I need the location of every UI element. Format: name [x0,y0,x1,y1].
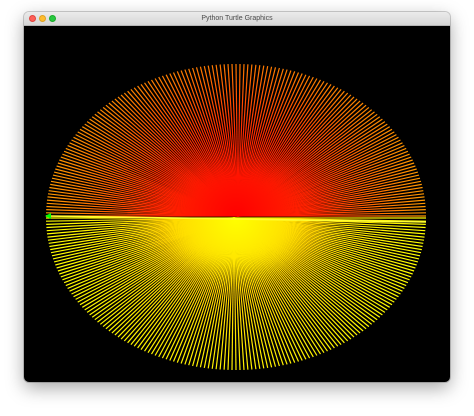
turtle-canvas[interactable] [24,26,450,382]
title-bar[interactable]: Python Turtle Graphics [24,12,450,26]
turtle-drawing [45,63,427,371]
upper-fan [45,63,427,217]
turtle-window: Python Turtle Graphics [24,12,450,382]
lower-fan [45,217,427,371]
window-title: Python Turtle Graphics [201,15,273,22]
